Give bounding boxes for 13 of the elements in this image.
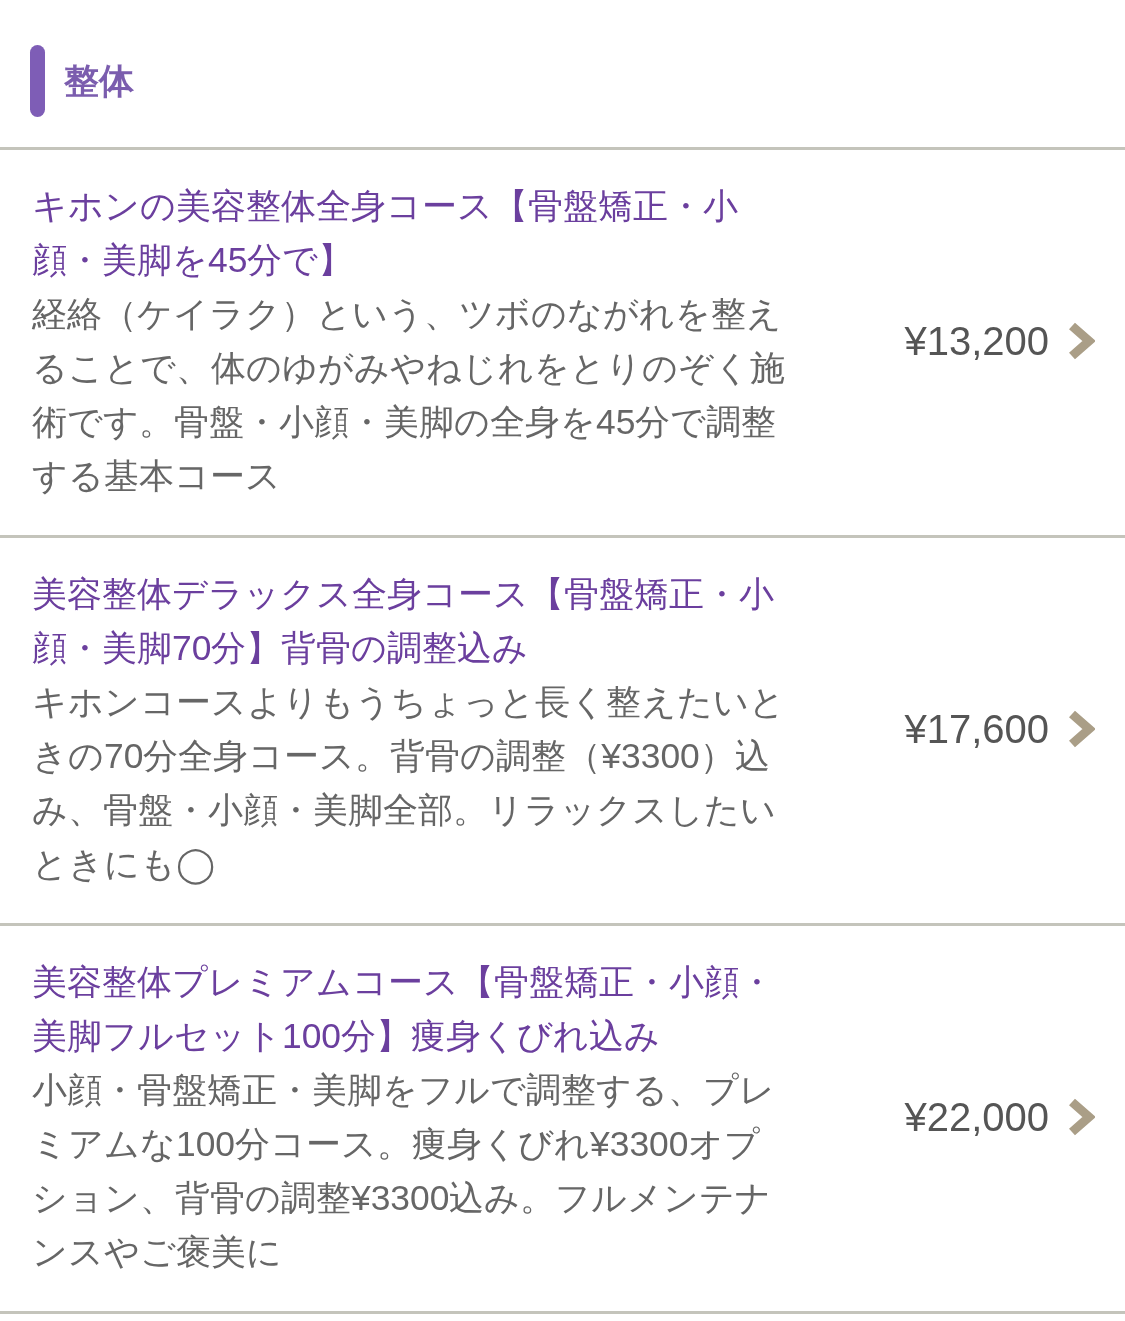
section-title: 整体 <box>64 59 134 103</box>
course-description: 経絡（ケイラク）という、ツボのながれを整えることで、体のゆがみやねじれをとりのぞく施術です。骨盤・小顔・美脚の全身を45分で調整する基本コース <box>32 293 786 498</box>
chevron-right-icon[interactable] <box>1067 709 1095 749</box>
course-title-link[interactable]: 美容整体プレミアムコース【骨盤矯正・小顔・美脚フルセット100分】痩身くびれ込み <box>32 955 796 1063</box>
course-price: ¥13,200 <box>904 318 1049 364</box>
course-description: 小顔・骨盤矯正・美脚をフルで調整する、プレミアムな100分コース。痩身くびれ¥3300オプション、背骨の調整¥3300込み。フルメンテナンスやご褒美に <box>32 1069 776 1274</box>
chevron-right-icon[interactable] <box>1067 1097 1095 1137</box>
course-title-link[interactable]: 美容整体デラックス全身コース【骨盤矯正・小顔・美脚70分】背骨の調整込み <box>32 567 796 675</box>
chevron-right-icon[interactable] <box>1067 321 1095 361</box>
course-price: ¥22,000 <box>904 1094 1049 1140</box>
course-title-link[interactable]: キホンの美容整体全身コース【骨盤矯正・小顔・美脚を45分で】 <box>32 179 796 287</box>
course-description: キホンコースよりもうちょっと長く整えたいときの70分全身コース。背骨の調整（¥3300）込み、骨盤・小顔・美脚全部。リラックスしたいときにも◯ <box>32 681 786 887</box>
course-price: ¥17,600 <box>904 706 1049 752</box>
